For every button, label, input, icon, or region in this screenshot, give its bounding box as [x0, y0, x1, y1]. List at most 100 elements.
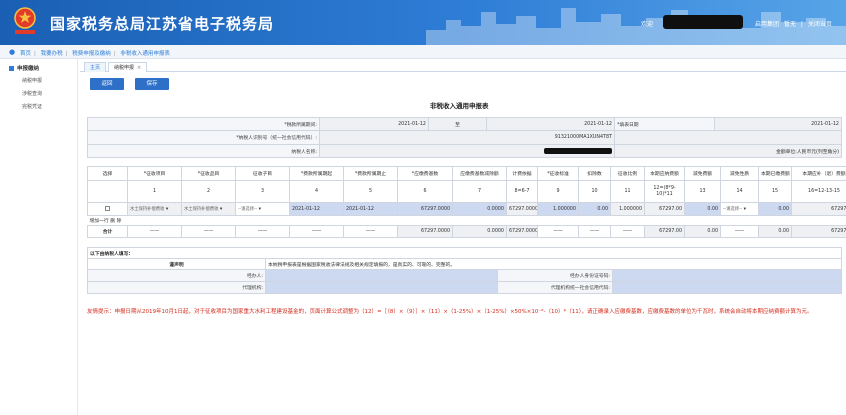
col-header: *征收项目: [127, 166, 182, 181]
welcome-text: 欢迎: [641, 21, 654, 28]
child-select[interactable]: --请选择-- ▾: [235, 202, 290, 216]
col-number: 9: [537, 180, 579, 203]
handler-id-input[interactable]: [611, 269, 843, 282]
col-number: 2: [181, 180, 236, 203]
breadcrumb-home[interactable]: 首页: [20, 51, 31, 57]
agent-input[interactable]: [265, 281, 498, 294]
location-pin-icon: ●: [9, 48, 16, 56]
tax-emblem-icon: [14, 7, 36, 34]
col-header: *征收品目: [181, 166, 236, 181]
col-header: 减免费额: [684, 166, 721, 181]
app-header: 国家税务总局江苏省电子税务局 欢迎 启用集团 暂无 | 关闭当页: [0, 0, 846, 45]
col-number: 4: [289, 180, 344, 203]
declaration-table: 以下由纳税人填写: 谨声明 本纳税申报表是根据国家税收法律法规及相关规定填报的，…: [86, 247, 843, 294]
col-number: 12=(8*9-10)*11: [644, 180, 685, 203]
total-label: 合计: [87, 225, 128, 238]
period-start-field[interactable]: 2021-01-12: [319, 117, 429, 131]
col-header: 减免性质: [720, 166, 759, 181]
handler-id-label: 经办人身份证号码:: [497, 269, 613, 282]
tab-bar: 主页 纳税申报 ×: [80, 61, 846, 72]
fill-date-field[interactable]: 2021-01-12: [714, 117, 842, 131]
period-end-field[interactable]: 2021-01-12: [486, 117, 615, 131]
relief-field[interactable]: 0.00: [684, 202, 721, 216]
tab-home[interactable]: 主页: [84, 62, 107, 72]
deduct-num-field[interactable]: 0.00: [578, 202, 611, 216]
col-header: 征收子目: [235, 166, 290, 181]
col-header: 本期应纳费额: [644, 166, 685, 181]
sidebar-heading[interactable]: 申报缴纳: [9, 64, 39, 72]
end-date-field[interactable]: 2021-01-12: [343, 202, 398, 216]
total-basis: 67297.0000: [506, 225, 538, 238]
total-deduction: 0.0000: [452, 225, 507, 238]
remove-row-button[interactable]: 除: [117, 219, 122, 224]
close-icon[interactable]: ×: [137, 65, 141, 71]
col-number: 11: [610, 180, 645, 203]
sidebar: 申报缴纳 纳税申报 涉税查询 完税凭证: [0, 59, 78, 415]
total-payable: 67297.00: [644, 225, 685, 238]
col-number: 13: [684, 180, 721, 203]
header-link-none[interactable]: 暂无: [784, 21, 796, 28]
item-select[interactable]: 水土保持补偿费收 ▾: [127, 202, 182, 216]
fee-grid: 选择 *征收项目 *征收品目 征收子目 *费款所属期起 *费款所属期止 *应缴费…: [87, 166, 846, 238]
form-header-table: *税款所属期间: 2021-01-12 至 2021-01-12 *填表日期 2…: [87, 117, 842, 158]
breadcrumb-bar: ● 首页 | 我要办税 | 税费申报及缴纳 | 非税收入通用申报表: [0, 45, 846, 59]
col-header: *应缴费基数: [397, 166, 453, 181]
tab-declare[interactable]: 纳税申报 ×: [108, 62, 148, 72]
standard-field[interactable]: 1.000000: [537, 202, 579, 216]
total-base: 67297.0000: [397, 225, 453, 238]
base-field[interactable]: 67297.0000: [397, 202, 453, 216]
breadcrumb-tax[interactable]: 我要办税: [41, 51, 63, 57]
header-link-close[interactable]: 关闭当页: [808, 21, 832, 28]
paid-field[interactable]: 0.00: [758, 202, 792, 216]
row-checkbox[interactable]: [105, 206, 110, 211]
col-number: 7: [452, 180, 507, 203]
statement-label: 谨声明: [87, 258, 266, 270]
col-number: 6: [397, 180, 453, 203]
header-links: 启用集团 暂无 | 关闭当页: [755, 21, 832, 28]
col-header: *费款所属期止: [343, 166, 398, 181]
col-number: 10: [578, 180, 611, 203]
col-header: 本期应补（退）费额: [791, 166, 846, 181]
col-number: 1: [127, 180, 182, 203]
col-header: *征收标准: [537, 166, 579, 181]
col-number: 16=12-13-15: [791, 180, 846, 203]
statement-text: 本纳税申报表是根据国家税收法律法规及相关规定填报的，是真实的、可靠的、完整的。: [264, 258, 843, 270]
fill-date-label: *填表日期: [614, 117, 715, 131]
period-label: *税款所属期间:: [87, 117, 320, 131]
col-number: 14: [720, 180, 759, 203]
back-button[interactable]: 返回: [90, 78, 124, 90]
handler-input[interactable]: [265, 269, 498, 282]
sidebar-item-certificate[interactable]: 完税凭证: [22, 103, 42, 110]
notice-text: 友情提示：申报日期从2019年10月1日起，对于征收项目为国家重大水利工程建设基…: [87, 309, 813, 315]
deduction-field[interactable]: 0.0000: [452, 202, 507, 216]
breadcrumb-current[interactable]: 非税收入通用申报表: [120, 51, 170, 57]
col-number: 3: [235, 180, 290, 203]
app-title: 国家税务总局江苏省电子税务局: [50, 15, 275, 33]
breadcrumb-declare[interactable]: 税费申报及缴纳: [72, 51, 111, 57]
sidebar-item-declare[interactable]: 纳税申报: [22, 77, 42, 84]
agent-label: 代理机构:: [87, 281, 266, 294]
save-button[interactable]: 保存: [135, 78, 169, 90]
breadcrumb: 首页 | 我要办税 | 税费申报及缴纳 | 非税收入通用申报表: [20, 51, 170, 57]
total-due: 67297.00: [791, 225, 846, 238]
basis-value: 67297.0000: [506, 202, 538, 216]
col-header: 应缴费基数减除额: [452, 166, 507, 181]
declaration-heading: 以下由纳税人填写:: [86, 247, 843, 259]
col-number: 5: [343, 180, 398, 203]
start-date-field[interactable]: 2021-01-12: [289, 202, 344, 216]
delete-row-button[interactable]: 删: [110, 219, 115, 224]
subitem-select[interactable]: 水土保持补偿费收 ▾: [181, 202, 236, 216]
col-header: 本期已缴费额: [758, 166, 792, 181]
sidebar-item-query[interactable]: 涉税查询: [22, 90, 42, 97]
row-actions: 增加一行 删 除: [88, 216, 846, 226]
col-header: 征收比例: [610, 166, 645, 181]
header-link-group[interactable]: 启用集团: [755, 21, 779, 28]
agent-code-input[interactable]: [611, 281, 843, 294]
taxpayer-id-label: *纳税人识别号（统一社会信用代码）:: [87, 130, 320, 145]
relief-nature-select[interactable]: --请选择-- ▾: [720, 202, 759, 216]
handler-label: 经办人:: [87, 269, 266, 282]
redacted-username: [663, 15, 743, 29]
total-row: 合计 —— —— —— —— —— 67297.0000 0.0000 6729…: [87, 225, 846, 238]
agent-code-label: 代理机构统一社会信用代码:: [497, 281, 613, 294]
add-row-button[interactable]: 增加一行: [90, 219, 109, 224]
